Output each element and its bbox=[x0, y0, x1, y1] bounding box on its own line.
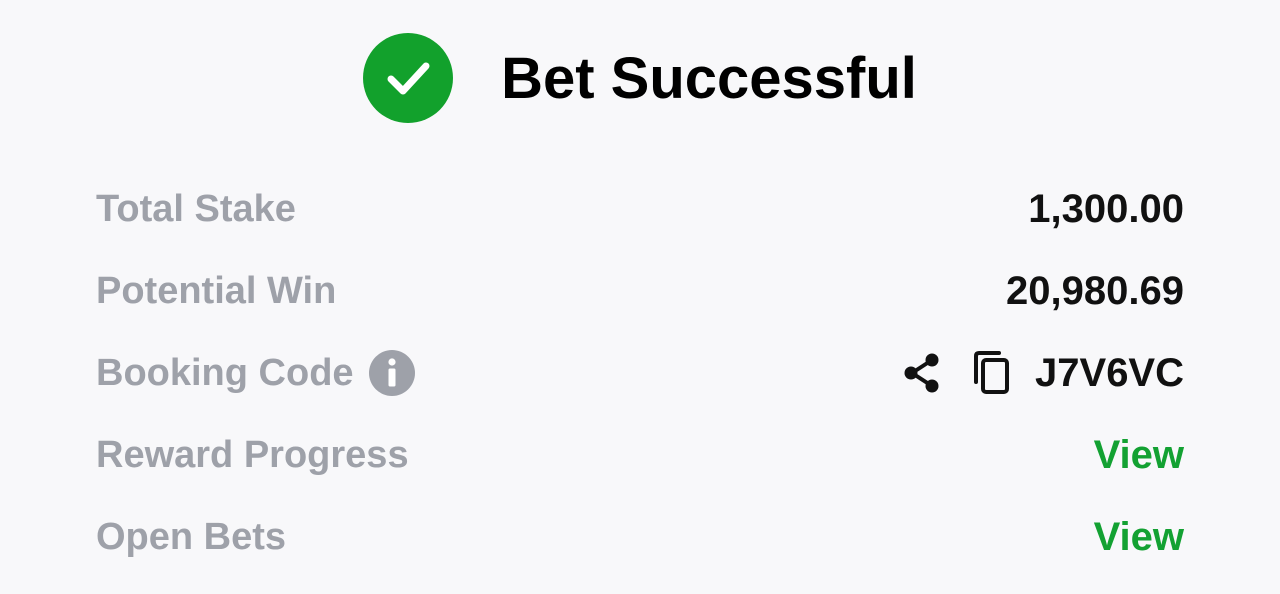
bet-details-list: Total Stake 1,300.00 Potential Win 20,98… bbox=[96, 168, 1184, 578]
potential-win-value: 20,980.69 bbox=[1006, 268, 1184, 313]
booking-code-label: Booking Code bbox=[96, 351, 354, 394]
booking-code-row: Booking Code J7V6VC bbox=[96, 332, 1184, 414]
page-title: Bet Successful bbox=[501, 45, 917, 111]
potential-win-row: Potential Win 20,980.69 bbox=[96, 250, 1184, 332]
open-bets-view-link[interactable]: View bbox=[1094, 515, 1184, 560]
reward-progress-row: Reward Progress View bbox=[96, 414, 1184, 496]
reward-progress-label: Reward Progress bbox=[96, 433, 409, 476]
share-icon[interactable] bbox=[899, 350, 945, 396]
check-circle-icon bbox=[363, 33, 454, 123]
open-bets-label: Open Bets bbox=[96, 515, 287, 558]
bet-success-panel: Bet Successful Total Stake 1,300.00 Pote… bbox=[0, 0, 1280, 594]
total-stake-row: Total Stake 1,300.00 bbox=[96, 168, 1184, 250]
booking-code-value[interactable]: J7V6VC bbox=[1035, 351, 1184, 396]
info-icon[interactable] bbox=[368, 349, 416, 397]
total-stake-label: Total Stake bbox=[96, 187, 296, 230]
copy-icon[interactable] bbox=[969, 350, 1015, 396]
reward-progress-view-link[interactable]: View bbox=[1094, 433, 1184, 478]
open-bets-row: Open Bets View bbox=[96, 496, 1184, 578]
total-stake-value: 1,300.00 bbox=[1028, 186, 1184, 231]
booking-code-value-group: J7V6VC bbox=[899, 350, 1184, 396]
success-header: Bet Successful bbox=[0, 30, 1280, 126]
booking-code-label-group: Booking Code bbox=[96, 349, 416, 397]
potential-win-label: Potential Win bbox=[96, 269, 337, 312]
